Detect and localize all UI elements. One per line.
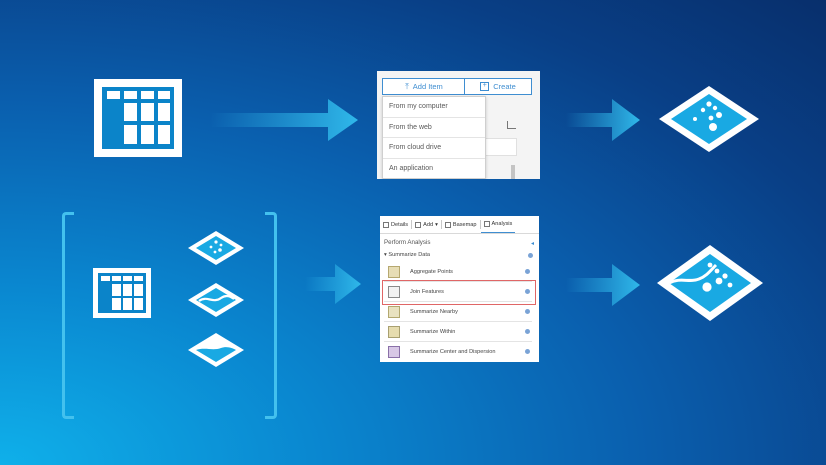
point-layer-icon-small [187, 230, 245, 271]
tool-aggregate-points[interactable]: Aggregate Points [384, 262, 532, 282]
share-icon [507, 121, 516, 129]
tab-basemap[interactable]: Basemap [442, 216, 480, 233]
menu-item-from-computer[interactable]: From my computer [383, 97, 485, 118]
scrollbar[interactable] [511, 165, 515, 179]
arrow-right-icon-4 [566, 264, 642, 306]
aggregate-points-icon [388, 265, 400, 278]
section-label: Summarize Data [388, 252, 431, 258]
menu-item-from-web[interactable]: From the web [383, 118, 485, 138]
tool-label: Summarize Center and Dispersion [410, 348, 496, 355]
add-item-dropdown: From my computer From the web From cloud… [382, 96, 486, 179]
tab-details-label: Details [391, 221, 409, 228]
tool-label: Aggregate Points [410, 268, 453, 275]
info-icon[interactable] [525, 349, 530, 354]
summarize-nearby-icon [388, 305, 400, 318]
background-field [482, 138, 517, 156]
add-item-button[interactable]: ⤒ Add Item [382, 78, 466, 95]
join-features-highlight [382, 280, 536, 305]
menu-item-from-cloud-drive[interactable]: From cloud drive [383, 138, 485, 159]
table-icon-large [94, 79, 182, 157]
analysis-toolbar: Details Add ▾ Basemap Analysis [380, 216, 539, 234]
arrow-right-icon-1 [210, 99, 360, 141]
collapse-icon[interactable]: ◂ [531, 240, 534, 247]
info-icon[interactable] [525, 309, 530, 314]
bracket-left [62, 212, 74, 419]
chevron-down-icon: ▾ [435, 221, 438, 228]
section-summarize-data[interactable]: ▾ Summarize Data [384, 252, 430, 258]
polygon-layer-icon [187, 332, 245, 373]
analysis-icon [483, 221, 490, 227]
chevron-down-icon: ▾ [384, 252, 387, 258]
bracket-right [265, 212, 277, 419]
summarize-center-dispersion-icon [388, 345, 400, 358]
tab-analysis-label: Analysis [491, 221, 513, 227]
arrow-right-icon-2 [566, 99, 642, 141]
basemap-icon [444, 221, 451, 228]
add-icon [415, 221, 422, 228]
tab-add[interactable]: Add ▾ [412, 216, 441, 233]
info-icon[interactable] [525, 269, 530, 274]
tab-details[interactable]: Details [380, 216, 411, 233]
summarize-within-icon [388, 325, 400, 338]
add-item-label: Add Item [412, 82, 443, 91]
create-label: Create [493, 82, 516, 91]
tab-add-label: Add [423, 221, 434, 228]
menu-item-application[interactable]: An application [383, 159, 485, 179]
tab-basemap-label: Basemap [452, 221, 477, 228]
add-item-panel: ⤒ Add Item + Create From my computer Fro… [377, 71, 540, 179]
tool-label: Summarize Nearby [410, 308, 458, 315]
table-icon-small [93, 268, 151, 318]
tool-label: Summarize Within [410, 328, 456, 335]
tool-summarize-center-dispersion[interactable]: Summarize Center and Dispersion [384, 342, 532, 361]
create-button[interactable]: + Create [464, 78, 532, 95]
joined-layer-icon [655, 243, 765, 328]
tool-summarize-nearby[interactable]: Summarize Nearby [384, 302, 532, 322]
info-icon[interactable] [528, 253, 533, 258]
tab-analysis[interactable]: Analysis [480, 216, 516, 233]
details-icon [383, 221, 389, 228]
upload-icon: ⤒ [405, 81, 409, 91]
arrow-right-icon-3 [305, 264, 363, 304]
panel-heading: Perform Analysis [384, 239, 431, 246]
tool-summarize-within[interactable]: Summarize Within [384, 322, 532, 342]
line-layer-icon [187, 282, 245, 323]
plus-square-icon: + [480, 82, 490, 91]
info-icon[interactable] [525, 329, 530, 334]
point-layer-icon-large [657, 84, 761, 159]
